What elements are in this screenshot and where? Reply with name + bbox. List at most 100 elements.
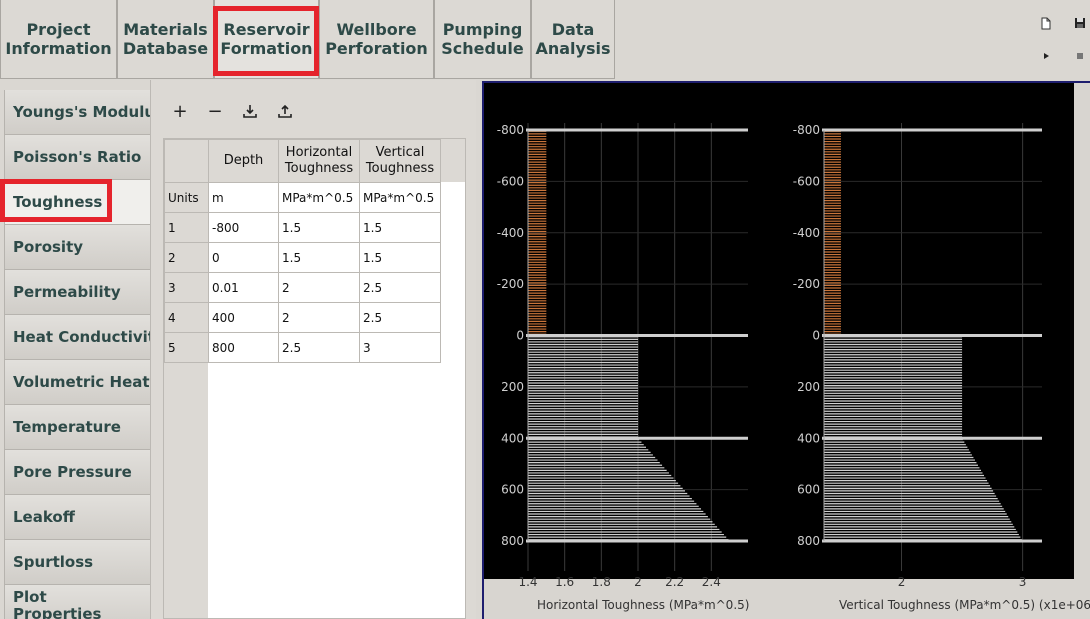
y-tick-label: 400 bbox=[797, 431, 820, 445]
table-cell[interactable]: 2.5 bbox=[359, 302, 441, 333]
save-icon[interactable] bbox=[1071, 14, 1089, 32]
table-cell[interactable]: 1.5 bbox=[359, 212, 441, 243]
side-tab-leakoff[interactable]: Leakoff bbox=[4, 495, 152, 540]
table-row: 3 0.01 2 2.5 bbox=[164, 272, 441, 303]
row-header[interactable]: 4 bbox=[164, 302, 209, 333]
minus-icon: − bbox=[207, 100, 223, 122]
x-tick-label: 2.2 bbox=[665, 575, 684, 589]
y-tick-label: 600 bbox=[797, 483, 820, 497]
side-tab-temperature[interactable]: Temperature bbox=[4, 405, 152, 450]
table-row: 2 0 1.5 1.5 bbox=[164, 242, 441, 273]
table-cell[interactable]: 2 bbox=[278, 272, 360, 303]
x-axis-title: Horizontal Toughness (MPa*m^0.5) bbox=[537, 598, 750, 612]
tab-data-analysis[interactable]: Data Analysis bbox=[531, 0, 615, 79]
column-header-horizontal-toughness[interactable]: Horizontal Toughness bbox=[278, 139, 360, 183]
row-header[interactable]: Units bbox=[164, 182, 209, 213]
x-tick-label: 2 bbox=[898, 575, 906, 589]
top-tab-bar: Project Information Materials Database R… bbox=[0, 0, 615, 80]
table-cell[interactable]: 1.5 bbox=[359, 242, 441, 273]
x-tick-label: 1.6 bbox=[555, 575, 574, 589]
side-tab-youngs-modulus[interactable]: Youngs's Modulus bbox=[4, 90, 152, 135]
y-tick-label: -400 bbox=[793, 226, 820, 240]
app-toolbar bbox=[1010, 0, 1090, 80]
table-cell[interactable]: 800 bbox=[208, 332, 279, 363]
table-cell[interactable]: 1.5 bbox=[278, 242, 360, 273]
import-button[interactable] bbox=[239, 100, 261, 122]
remove-row-button[interactable]: − bbox=[204, 100, 226, 122]
y-tick-label: 800 bbox=[797, 534, 820, 548]
table-cell[interactable]: m bbox=[208, 182, 279, 213]
side-tab-porosity[interactable]: Porosity bbox=[4, 225, 152, 270]
table-cell[interactable]: 0 bbox=[208, 242, 279, 273]
y-tick-label: -600 bbox=[497, 174, 524, 188]
y-tick-label: -800 bbox=[497, 123, 524, 137]
x-tick-label: 1.4 bbox=[518, 575, 537, 589]
y-tick-label: -600 bbox=[793, 174, 820, 188]
table-cell[interactable]: 400 bbox=[208, 302, 279, 333]
table-row: 1 -800 1.5 1.5 bbox=[164, 212, 441, 243]
corner-header[interactable] bbox=[164, 139, 209, 183]
property-tab-list: Youngs's Modulus Poisson's Ratio Toughne… bbox=[4, 90, 152, 619]
x-axis-title: Vertical Toughness (MPa*m^0.5) (x1e+06) bbox=[839, 598, 1090, 612]
table-cell[interactable]: 2.5 bbox=[278, 332, 360, 363]
side-tab-toughness[interactable]: Toughness bbox=[4, 180, 152, 225]
y-tick-label: -800 bbox=[793, 123, 820, 137]
stop-icon[interactable] bbox=[1071, 47, 1089, 65]
import-icon bbox=[243, 105, 257, 118]
x-tick-label: 3 bbox=[1019, 575, 1027, 589]
y-tick-label: -200 bbox=[497, 277, 524, 291]
table-cell[interactable]: 2 bbox=[278, 302, 360, 333]
side-tab-permeability[interactable]: Permeability bbox=[4, 270, 152, 315]
y-tick-label: -400 bbox=[497, 226, 524, 240]
tab-project-information[interactable]: Project Information bbox=[0, 0, 117, 79]
toughness-plot-area: -800 -600 -400 -200 0 200 400 600 800 1.4 1.6 1.8 2 2… bbox=[482, 81, 1090, 619]
tab-wellbore-perforation[interactable]: Wellbore Perforation bbox=[319, 0, 434, 79]
tab-materials-database[interactable]: Materials Database bbox=[117, 0, 214, 79]
row-header[interactable]: 3 bbox=[164, 272, 209, 303]
side-tab-heat-conductivity[interactable]: Heat Conductivity bbox=[4, 315, 152, 360]
units-row: Units m MPa*m^0.5 MPa*m^0.5 bbox=[164, 182, 441, 213]
table-row: 4 400 2 2.5 bbox=[164, 302, 441, 333]
side-tab-poissons-ratio[interactable]: Poisson's Ratio bbox=[4, 135, 152, 180]
plus-icon: + bbox=[172, 100, 188, 122]
table-row: 5 800 2.5 3 bbox=[164, 332, 441, 363]
y-tick-label: 200 bbox=[797, 380, 820, 394]
table-cell[interactable]: 1.5 bbox=[278, 212, 360, 243]
column-header-vertical-toughness[interactable]: Vertical Toughness bbox=[359, 139, 441, 183]
y-tick-label: 200 bbox=[501, 380, 524, 394]
side-tab-pore-pressure[interactable]: Pore Pressure bbox=[4, 450, 152, 495]
toughness-charts: -800 -600 -400 -200 0 200 400 600 800 1.4 1.6 1.8 2 2… bbox=[484, 83, 1074, 589]
y-tick-label: 0 bbox=[516, 329, 524, 343]
y-tick-label: -200 bbox=[793, 277, 820, 291]
add-row-button[interactable]: + bbox=[169, 100, 191, 122]
tab-reservoir-formation[interactable]: Reservoir Formation bbox=[214, 0, 319, 79]
table-editor-panel: + − Depth Horizontal Toughness Vertical … bbox=[150, 80, 476, 619]
export-icon bbox=[278, 104, 292, 118]
x-tick-label: 2 bbox=[634, 575, 642, 589]
row-header[interactable]: 2 bbox=[164, 242, 209, 273]
table-cell[interactable]: 2.5 bbox=[359, 272, 441, 303]
side-tab-spurtloss[interactable]: Spurtloss bbox=[4, 540, 152, 585]
y-tick-label: 0 bbox=[812, 329, 820, 343]
toughness-table: Depth Horizontal Toughness Vertical Toug… bbox=[163, 138, 466, 619]
table-cell[interactable]: -800 bbox=[208, 212, 279, 243]
new-file-icon[interactable] bbox=[1037, 14, 1055, 32]
table-toolbar: + − bbox=[169, 100, 296, 122]
side-tab-plot-properties[interactable]: Plot Properties bbox=[4, 585, 152, 619]
row-header[interactable]: 5 bbox=[164, 332, 209, 363]
table-cell[interactable]: MPa*m^0.5 bbox=[278, 182, 360, 213]
table-cell[interactable]: MPa*m^0.5 bbox=[359, 182, 441, 213]
x-tick-label: 1.8 bbox=[592, 575, 611, 589]
x-tick-label: 2.4 bbox=[702, 575, 721, 589]
side-tab-volumetric-heat-capacity[interactable]: Volumetric Heat C bbox=[4, 360, 152, 405]
y-tick-label: 600 bbox=[501, 483, 524, 497]
table-cell[interactable]: 3 bbox=[359, 332, 441, 363]
table-cell[interactable]: 0.01 bbox=[208, 272, 279, 303]
export-button[interactable] bbox=[274, 100, 296, 122]
tab-pumping-schedule[interactable]: Pumping Schedule bbox=[434, 0, 531, 79]
y-tick-label: 400 bbox=[501, 431, 524, 445]
y-tick-label: 800 bbox=[501, 534, 524, 548]
row-header[interactable]: 1 bbox=[164, 212, 209, 243]
column-header-depth[interactable]: Depth bbox=[208, 139, 279, 183]
play-icon[interactable] bbox=[1037, 47, 1055, 65]
